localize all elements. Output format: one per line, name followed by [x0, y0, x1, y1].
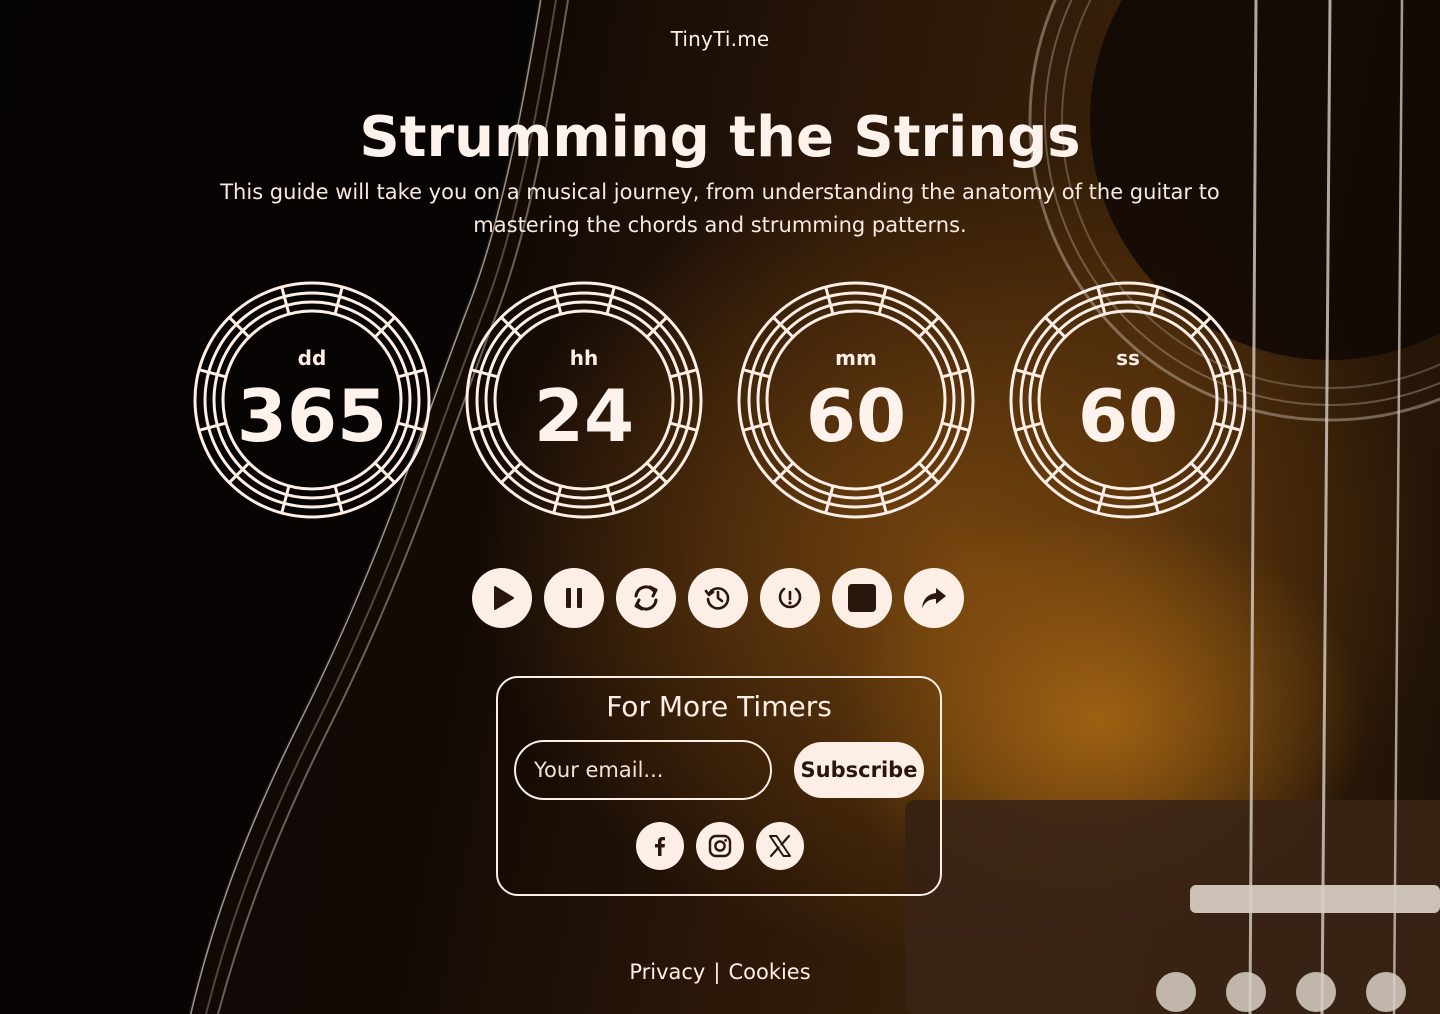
instagram-icon — [708, 834, 732, 858]
timer-hours-value: 24 — [533, 374, 635, 458]
share-icon — [922, 588, 946, 608]
timer-controls — [472, 568, 968, 630]
timer-dial-minutes: mm 60 — [736, 280, 976, 520]
play-icon — [494, 586, 514, 610]
subscribe-button[interactable]: Subscribe — [794, 742, 924, 798]
page-subtitle: This guide will take you on a musical jo… — [220, 180, 1220, 237]
timer-unit-label: hh — [569, 346, 599, 370]
timer-unit-label: ss — [1116, 346, 1140, 370]
pause-button[interactable] — [544, 568, 604, 628]
footer-separator: | — [713, 960, 721, 984]
timer-unit-label: mm — [835, 346, 877, 370]
brand-logo-text[interactable]: TinyTi.me — [0, 27, 1440, 51]
timer-minutes-value: 60 — [805, 374, 907, 458]
subscribe-card: For More Timers Subscribe — [496, 676, 942, 896]
history-button[interactable] — [688, 568, 748, 628]
reload-button[interactable] — [616, 568, 676, 628]
page-title: Strumming the Strings — [359, 105, 1081, 170]
timer-unit-label: dd — [297, 346, 327, 370]
refresh-icon — [634, 585, 658, 611]
cookies-link[interactable]: Cookies — [728, 960, 810, 984]
social-links — [636, 822, 806, 872]
x-icon — [769, 834, 791, 858]
pause-icon — [566, 588, 582, 608]
privacy-link[interactable]: Privacy — [629, 960, 705, 984]
clock-reset-icon — [778, 587, 802, 609]
facebook-link[interactable] — [636, 822, 684, 870]
share-button[interactable] — [904, 568, 964, 628]
subscribe-card-title: For More Timers — [606, 690, 832, 723]
timer-days-value: 365 — [236, 374, 388, 458]
history-icon — [704, 587, 730, 610]
x-link[interactable] — [756, 822, 804, 870]
timer-dial-days: dd 365 — [192, 280, 432, 520]
footer-links: Privacy | Cookies — [0, 960, 1440, 984]
instagram-link[interactable] — [696, 822, 744, 870]
stop-icon — [848, 584, 876, 612]
facebook-icon — [655, 837, 665, 856]
stop-button[interactable] — [832, 568, 892, 628]
timer-seconds-value: 60 — [1077, 374, 1179, 458]
email-input[interactable] — [514, 740, 772, 800]
timer-reset-button[interactable] — [760, 568, 820, 628]
play-button[interactable] — [472, 568, 532, 628]
timer-dial-hours: hh 24 — [464, 280, 704, 520]
timer-dial-seconds: ss 60 — [1008, 280, 1248, 520]
